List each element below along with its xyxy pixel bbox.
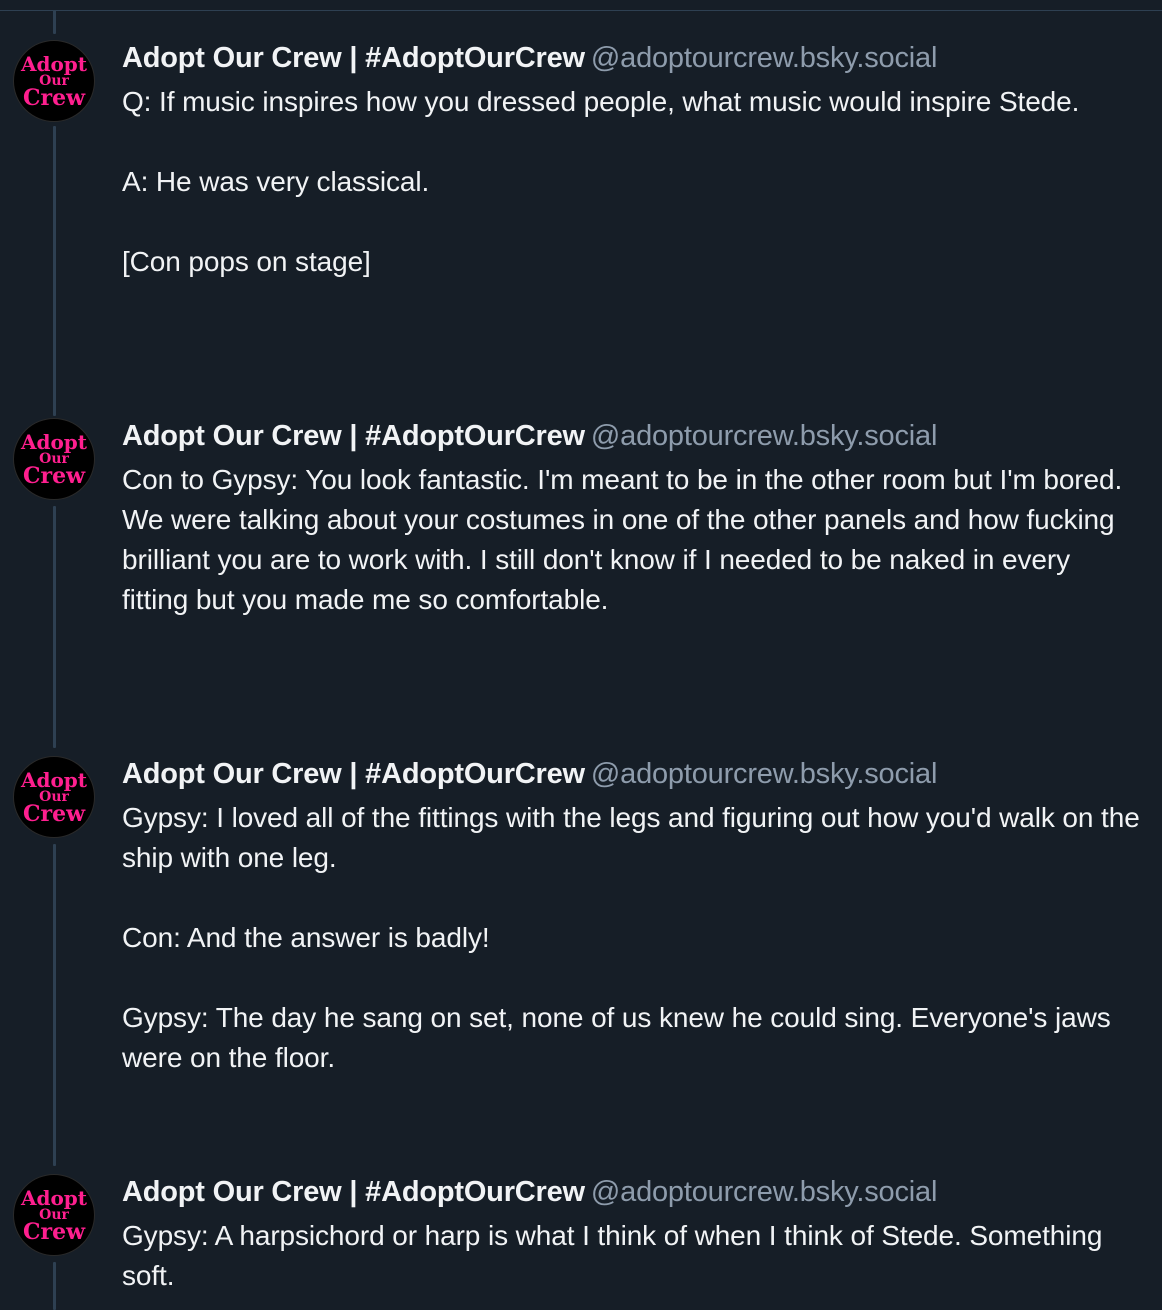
author-handle[interactable]: @adoptourcrew.bsky.social bbox=[591, 1176, 937, 1208]
author-display-name[interactable]: Adopt Our Crew | #AdoptOurCrew bbox=[122, 420, 585, 452]
post-body: Adopt Our Crew | #AdoptOurCrew @adoptourc… bbox=[122, 756, 1142, 1078]
avatar[interactable]: Adopt Our Crew bbox=[13, 40, 95, 122]
svg-text:Crew: Crew bbox=[23, 463, 86, 489]
post-header: Adopt Our Crew | #AdoptOurCrew @adoptourc… bbox=[122, 756, 1142, 792]
avatar[interactable]: Adopt Our Crew bbox=[13, 418, 95, 500]
post-text: Gypsy: I loved all of the fittings with … bbox=[122, 802, 1140, 1073]
svg-text:Crew: Crew bbox=[23, 1219, 86, 1245]
thread-line bbox=[53, 844, 56, 1166]
post-text: Gypsy: A harpsichord or harp is what I t… bbox=[122, 1220, 1111, 1291]
post-body: Adopt Our Crew | #AdoptOurCrew @adoptourc… bbox=[122, 1174, 1142, 1296]
svg-text:Crew: Crew bbox=[23, 85, 86, 111]
author-display-name[interactable]: Adopt Our Crew | #AdoptOurCrew bbox=[122, 42, 585, 74]
post-header: Adopt Our Crew | #AdoptOurCrew @adoptourc… bbox=[122, 40, 1142, 76]
thread-line bbox=[53, 10, 56, 34]
adopt-our-crew-logo-icon: Adopt Our Crew bbox=[20, 430, 88, 489]
svg-text:Crew: Crew bbox=[23, 801, 86, 827]
avatar[interactable]: Adopt Our Crew bbox=[13, 1174, 95, 1256]
adopt-our-crew-logo-icon: Adopt Our Crew bbox=[20, 1186, 88, 1245]
post-text: Con to Gypsy: You look fantastic. I'm me… bbox=[122, 464, 1130, 615]
adopt-our-crew-logo-icon: Adopt Our Crew bbox=[20, 52, 88, 111]
post-body: Adopt Our Crew | #AdoptOurCrew @adoptourc… bbox=[122, 418, 1142, 620]
adopt-our-crew-logo-icon: Adopt Our Crew bbox=[20, 768, 88, 827]
thread-line bbox=[53, 1262, 56, 1310]
post-text: Q: If music inspires how you dressed peo… bbox=[122, 86, 1080, 277]
post-header: Adopt Our Crew | #AdoptOurCrew @adoptourc… bbox=[122, 1174, 1142, 1210]
thread-line bbox=[53, 506, 56, 748]
thread: Adopt Our Crew Adopt Our Crew | #AdoptOu… bbox=[0, 0, 1162, 1310]
avatar[interactable]: Adopt Our Crew bbox=[13, 756, 95, 838]
author-handle[interactable]: @adoptourcrew.bsky.social bbox=[591, 420, 937, 452]
author-handle[interactable]: @adoptourcrew.bsky.social bbox=[591, 758, 937, 790]
thread-line bbox=[53, 126, 56, 416]
author-handle[interactable]: @adoptourcrew.bsky.social bbox=[591, 42, 937, 74]
author-display-name[interactable]: Adopt Our Crew | #AdoptOurCrew bbox=[122, 1176, 585, 1208]
post-body: Adopt Our Crew | #AdoptOurCrew @adoptourc… bbox=[122, 40, 1142, 282]
post-header: Adopt Our Crew | #AdoptOurCrew @adoptourc… bbox=[122, 418, 1142, 454]
author-display-name[interactable]: Adopt Our Crew | #AdoptOurCrew bbox=[122, 758, 585, 790]
